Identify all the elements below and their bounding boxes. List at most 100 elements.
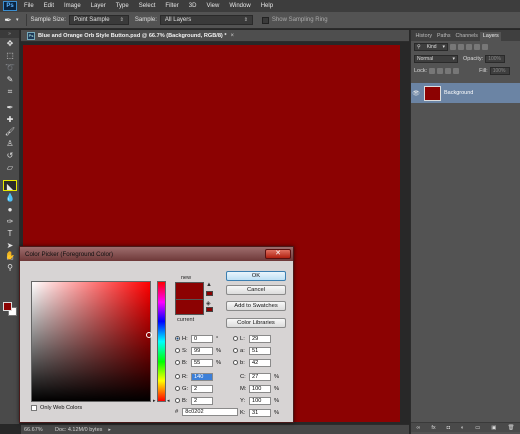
gamut-swatch[interactable]: [206, 291, 213, 296]
zoom-tool-icon[interactable]: ⚲: [3, 262, 17, 273]
menu-image[interactable]: Image: [59, 0, 86, 12]
web-safe-cube-icon[interactable]: ◈: [206, 300, 211, 307]
menu-file[interactable]: File: [19, 0, 39, 12]
mask-icon[interactable]: ◘: [447, 425, 450, 431]
adjustment-filter-icon[interactable]: [458, 44, 464, 50]
eraser-tool-icon[interactable]: ▱: [3, 162, 17, 173]
lab-b-radio[interactable]: [233, 360, 238, 365]
clone-stamp-tool-icon[interactable]: ♙: [3, 138, 17, 149]
fx-icon[interactable]: fx: [431, 425, 435, 431]
menu-view[interactable]: View: [201, 0, 224, 12]
hue-input[interactable]: 0: [191, 334, 213, 343]
hue-slider[interactable]: [157, 281, 166, 402]
magenta-input[interactable]: 100: [249, 384, 271, 393]
sample-size-dropdown[interactable]: Point Sample ⇕: [68, 15, 129, 25]
saturation-input[interactable]: 99: [191, 346, 213, 355]
document-tab[interactable]: Ps Blue and Orange Orb Style Button.psd …: [21, 30, 409, 42]
lab-a-input[interactable]: 51: [249, 346, 271, 355]
tab-channels[interactable]: Channels: [453, 32, 480, 41]
healing-tool-icon[interactable]: ✚: [3, 114, 17, 125]
hand-tool-icon[interactable]: ✋: [3, 250, 17, 261]
close-icon[interactable]: ✕: [265, 249, 291, 259]
menu-select[interactable]: Select: [134, 0, 161, 12]
menu-type[interactable]: Type: [111, 0, 134, 12]
yellow-input[interactable]: 100: [249, 396, 271, 405]
eyedropper-preset-icon[interactable]: ✒: [0, 15, 16, 26]
lock-pixels-icon[interactable]: [437, 68, 444, 74]
foreground-color-swatch[interactable]: [3, 302, 12, 311]
blur-tool-icon[interactable]: 💧: [3, 192, 17, 203]
history-brush-tool-icon[interactable]: ↺: [3, 150, 17, 161]
pixel-filter-icon[interactable]: [450, 44, 456, 50]
collapse-grip-icon[interactable]: »: [0, 30, 19, 38]
menu-3d[interactable]: 3D: [184, 0, 202, 12]
quick-select-tool-icon[interactable]: ✎: [3, 74, 17, 85]
blue-input[interactable]: 2: [191, 396, 213, 405]
hue-radio[interactable]: [175, 336, 180, 341]
adjustment-icon[interactable]: ◐: [461, 425, 464, 431]
lock-transparency-icon[interactable]: [429, 68, 436, 74]
shape-filter-icon[interactable]: [474, 44, 480, 50]
saturation-radio[interactable]: [175, 348, 180, 353]
hue-slider-left-arrow-icon[interactable]: ▸: [153, 398, 156, 404]
blue-radio[interactable]: [175, 398, 180, 403]
trash-icon[interactable]: 🗑: [507, 425, 514, 431]
lab-l-input[interactable]: 29: [249, 334, 271, 343]
move-tool-icon[interactable]: ✥: [3, 38, 17, 49]
status-menu-arrow-icon[interactable]: ▸: [108, 427, 111, 433]
green-input[interactable]: 2: [191, 384, 213, 393]
saturation-brightness-field[interactable]: [31, 281, 151, 402]
zoom-level[interactable]: 66.67%: [21, 427, 51, 433]
paint-bucket-tool-icon[interactable]: ◣: [3, 180, 17, 191]
tab-paths[interactable]: Paths: [434, 32, 453, 41]
only-web-colors-checkbox[interactable]: [31, 405, 37, 411]
red-input[interactable]: 140: [191, 372, 213, 381]
lock-position-icon[interactable]: [445, 68, 452, 74]
lock-all-icon[interactable]: [453, 68, 460, 74]
brush-tool-icon[interactable]: 🖌: [3, 126, 17, 137]
eyedropper-tool-icon[interactable]: ✒: [3, 102, 17, 113]
brightness-radio[interactable]: [175, 360, 180, 365]
filter-kind-dropdown[interactable]: ⚲ Kind ▾: [414, 43, 448, 51]
type-filter-icon[interactable]: [466, 44, 472, 50]
crop-tool-icon[interactable]: ⌗: [3, 86, 17, 97]
menu-edit[interactable]: Edit: [39, 0, 59, 12]
red-radio[interactable]: [175, 374, 180, 379]
sample-dropdown[interactable]: All Layers ⇕: [159, 15, 253, 25]
cancel-button[interactable]: Cancel: [226, 285, 286, 295]
tab-history[interactable]: History: [413, 32, 434, 41]
tab-layers[interactable]: Layers: [480, 32, 502, 41]
dodge-tool-icon[interactable]: ●: [3, 204, 17, 215]
pen-tool-icon[interactable]: ✑: [3, 216, 17, 227]
color-marker[interactable]: [146, 332, 152, 338]
web-safe-swatch[interactable]: [206, 307, 213, 312]
fill-field[interactable]: 100%: [489, 67, 510, 75]
green-radio[interactable]: [175, 386, 180, 391]
show-sampling-ring-checkbox[interactable]: [261, 16, 269, 24]
add-to-swatches-button[interactable]: Add to Swatches: [226, 301, 286, 311]
hex-input[interactable]: 8c0202: [182, 408, 239, 416]
black-input[interactable]: 31: [249, 408, 271, 417]
menu-filter[interactable]: Filter: [160, 0, 183, 12]
close-document-icon[interactable]: ×: [231, 33, 235, 39]
marquee-tool-icon[interactable]: ⬚: [3, 50, 17, 61]
opacity-field[interactable]: 100%: [485, 55, 506, 63]
cyan-input[interactable]: 27: [249, 372, 271, 381]
lab-a-radio[interactable]: [233, 348, 238, 353]
ok-button[interactable]: OK: [226, 271, 286, 281]
menu-help[interactable]: Help: [256, 0, 278, 12]
lab-l-radio[interactable]: [233, 336, 238, 341]
type-tool-icon[interactable]: T: [3, 228, 17, 239]
lasso-tool-icon[interactable]: ➰: [3, 62, 17, 73]
folder-icon[interactable]: ▭: [475, 425, 480, 431]
dialog-title-bar[interactable]: Color Picker (Foreground Color) ✕: [20, 247, 293, 261]
blend-mode-dropdown[interactable]: Normal ▾: [414, 55, 458, 63]
layer-row-background[interactable]: 👁 Background: [411, 83, 520, 103]
current-color-swatch[interactable]: [175, 299, 204, 315]
hue-slider-right-arrow-icon[interactable]: ◂: [167, 398, 170, 404]
brightness-input[interactable]: 55: [191, 358, 213, 367]
preset-arrow-icon[interactable]: ▾: [16, 17, 19, 23]
new-layer-icon[interactable]: ▣: [491, 425, 496, 431]
link-icon[interactable]: ∞: [416, 425, 420, 431]
smart-filter-icon[interactable]: [482, 44, 488, 50]
